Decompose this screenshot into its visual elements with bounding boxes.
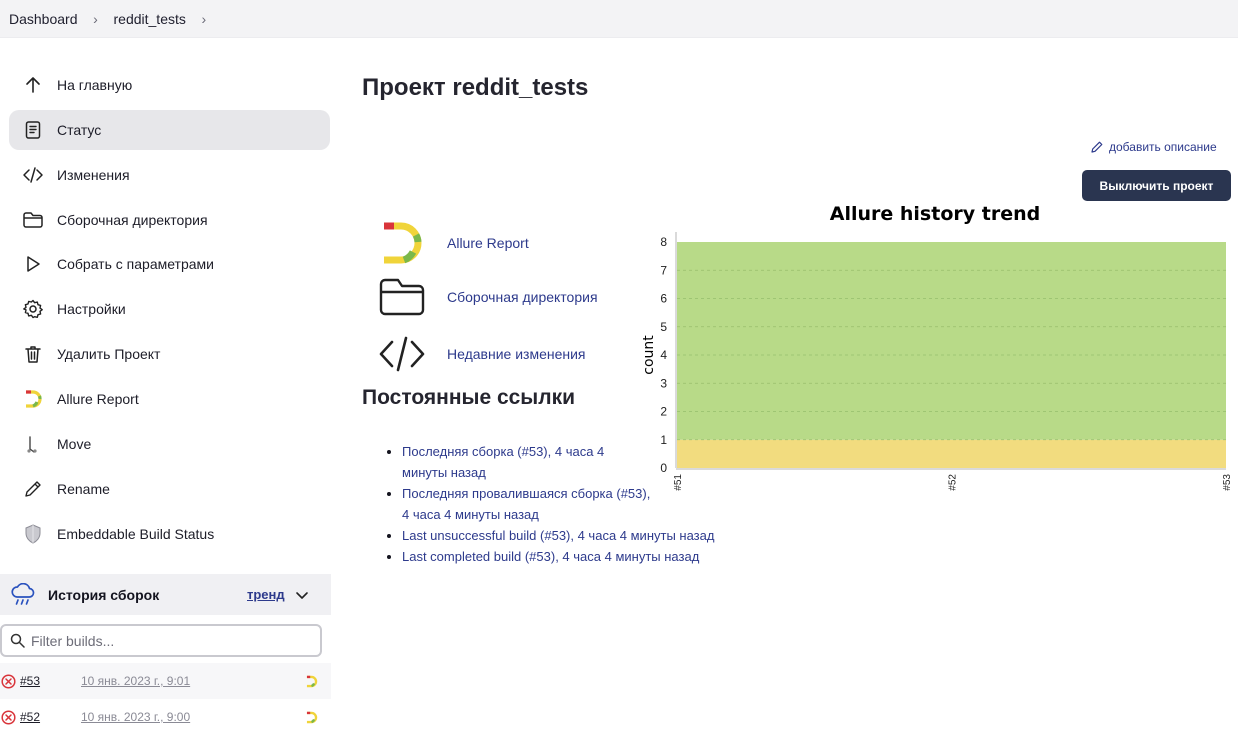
document-icon (9, 120, 57, 140)
pencil-icon (1090, 140, 1104, 154)
allure-icon[interactable] (305, 711, 318, 724)
sidebar-item-status[interactable]: Статус (9, 110, 330, 150)
sidebar-item-settings[interactable]: Настройки (9, 289, 330, 329)
recent-changes-link-label[interactable]: Недавние изменения (447, 346, 586, 362)
folder-icon (9, 210, 57, 230)
failed-status-icon (1, 709, 16, 725)
sidebar-item-label: Move (57, 436, 92, 452)
build-number-link[interactable]: #53 (20, 674, 40, 688)
chart-title: Allure history trend (830, 203, 1040, 225)
workspace-link-label[interactable]: Сборочная директория (447, 289, 598, 305)
list-item: Last unsuccessful build (#53), 4 часа 4 … (402, 525, 782, 546)
allure-icon[interactable] (305, 675, 318, 688)
filter-builds-field[interactable] (0, 624, 322, 657)
sidebar-item-label: Удалить Проект (57, 346, 161, 362)
sidebar-item-home[interactable]: На главную (9, 65, 330, 105)
y-tick-label: 3 (660, 376, 667, 390)
code-icon (9, 165, 57, 185)
sidebar-item-build-with-params[interactable]: Собрать с параметрами (9, 244, 330, 284)
list-item: Последняя сборка (#53), 4 часа 4 минуты … (402, 441, 652, 483)
x-tick-label: #53 (1222, 474, 1233, 491)
series-area-1 (677, 242, 1226, 440)
sidebar-item-workspace[interactable]: Сборочная директория (9, 200, 330, 240)
sidebar-item-label: Изменения (57, 167, 130, 183)
y-tick-label: 1 (660, 433, 667, 447)
y-tick-label: 5 (660, 320, 667, 334)
build-history-title: История сборок (48, 586, 160, 603)
shield-icon (9, 523, 57, 545)
x-tick-label: #52 (948, 474, 959, 491)
sidebar-item-embeddable-build-status[interactable]: Embeddable Build Status (9, 514, 330, 554)
chevron-right-icon[interactable]: › (186, 11, 222, 27)
permalink-last-completed-build[interactable]: Last completed build (#53), 4 часа 4 мин… (402, 549, 699, 564)
add-description-label: добавить описание (1109, 140, 1217, 154)
build-number-link[interactable]: #52 (20, 710, 40, 724)
y-axis-label: count (641, 335, 657, 375)
breadcrumb-project[interactable]: reddit_tests (114, 11, 186, 27)
allure-report-link[interactable]: Allure Report (378, 219, 529, 267)
sidebar-item-move[interactable]: Move (9, 424, 330, 464)
sidebar-item-allure-report[interactable]: Allure Report (9, 379, 330, 419)
workspace-link[interactable]: Сборочная директория (378, 273, 598, 321)
list-item: Last completed build (#53), 4 часа 4 мин… (402, 546, 782, 567)
permalinks-title: Постоянные ссылки (362, 386, 576, 409)
series-area-0 (677, 439, 1226, 468)
list-item: Последняя провалившаяся сборка (#53), 4 … (402, 483, 652, 525)
trend-chart-svg: 0 1 2 3 4 5 6 7 8 #51 #52 #53 Allure history trend co… (641, 203, 1233, 491)
trash-icon (9, 344, 57, 364)
build-history-header: История сборок тренд (0, 574, 331, 615)
sidebar-item-changes[interactable]: Изменения (9, 155, 330, 195)
pencil-icon (9, 479, 57, 499)
trend-link[interactable]: тренд (247, 587, 285, 602)
play-icon (9, 254, 57, 274)
build-row[interactable]: #52 10 янв. 2023 г., 9:00 (0, 699, 331, 735)
allure-icon (378, 219, 426, 267)
code-icon (378, 330, 426, 378)
y-tick-label: 8 (660, 235, 667, 249)
sidebar-item-delete[interactable]: Удалить Проект (9, 334, 330, 374)
y-tick-label: 6 (660, 292, 667, 306)
build-row[interactable]: #53 10 янв. 2023 г., 9:01 (0, 663, 331, 699)
y-tick-label: 4 (660, 348, 667, 362)
filter-builds-input[interactable] (31, 632, 301, 649)
x-tick-label: #51 (673, 474, 684, 491)
build-date-link[interactable]: 10 янв. 2023 г., 9:01 (81, 674, 190, 688)
sidebar-item-label: Собрать с параметрами (57, 256, 214, 272)
add-description-link[interactable]: добавить описание (1090, 140, 1217, 154)
y-tick-label: 2 (660, 405, 667, 419)
allure-history-trend-chart[interactable]: 0 1 2 3 4 5 6 7 8 #51 #52 #53 Allure history trend co… (630, 198, 1238, 508)
page-title: Проект reddit_tests (362, 74, 589, 101)
move-icon (9, 434, 57, 454)
y-tick-label: 0 (660, 461, 667, 475)
failed-status-icon (1, 673, 16, 689)
sidebar-item-label: Сборочная директория (57, 212, 208, 228)
permalink-last-unsuccessful-build[interactable]: Last unsuccessful build (#53), 4 часа 4 … (402, 528, 714, 543)
allure-report-link-label[interactable]: Allure Report (447, 235, 529, 251)
chevron-right-icon: › (93, 10, 98, 27)
cloud-rain-icon (10, 582, 36, 607)
breadcrumb: Dashboard › reddit_tests › (0, 0, 1238, 38)
disable-project-button[interactable]: Выключить проект (1082, 170, 1231, 201)
recent-changes-link[interactable]: Недавние изменения (378, 330, 586, 378)
search-icon (10, 633, 25, 648)
sidebar-item-label: Embeddable Build Status (57, 526, 215, 542)
build-date-link[interactable]: 10 янв. 2023 г., 9:00 (81, 710, 190, 724)
permalink-last-failed-build[interactable]: Последняя провалившаяся сборка (#53), 4 … (402, 486, 650, 522)
y-tick-label: 7 (660, 263, 667, 277)
sidebar-item-rename[interactable]: Rename (9, 469, 330, 509)
allure-icon (9, 389, 57, 409)
sidebar-item-label: Настройки (57, 301, 126, 317)
breadcrumb-dashboard[interactable]: Dashboard (9, 11, 78, 27)
sidebar-item-label: Статус (57, 122, 102, 138)
folder-icon (378, 273, 426, 321)
gear-icon (9, 298, 57, 320)
sidebar-item-label: На главную (57, 77, 133, 93)
chevron-down-icon[interactable] (295, 588, 309, 602)
permalink-last-build[interactable]: Последняя сборка (#53), 4 часа 4 минуты … (402, 444, 604, 480)
arrow-up-icon (9, 75, 57, 95)
sidebar-item-label: Rename (57, 481, 110, 497)
sidebar-item-label: Allure Report (57, 391, 139, 407)
